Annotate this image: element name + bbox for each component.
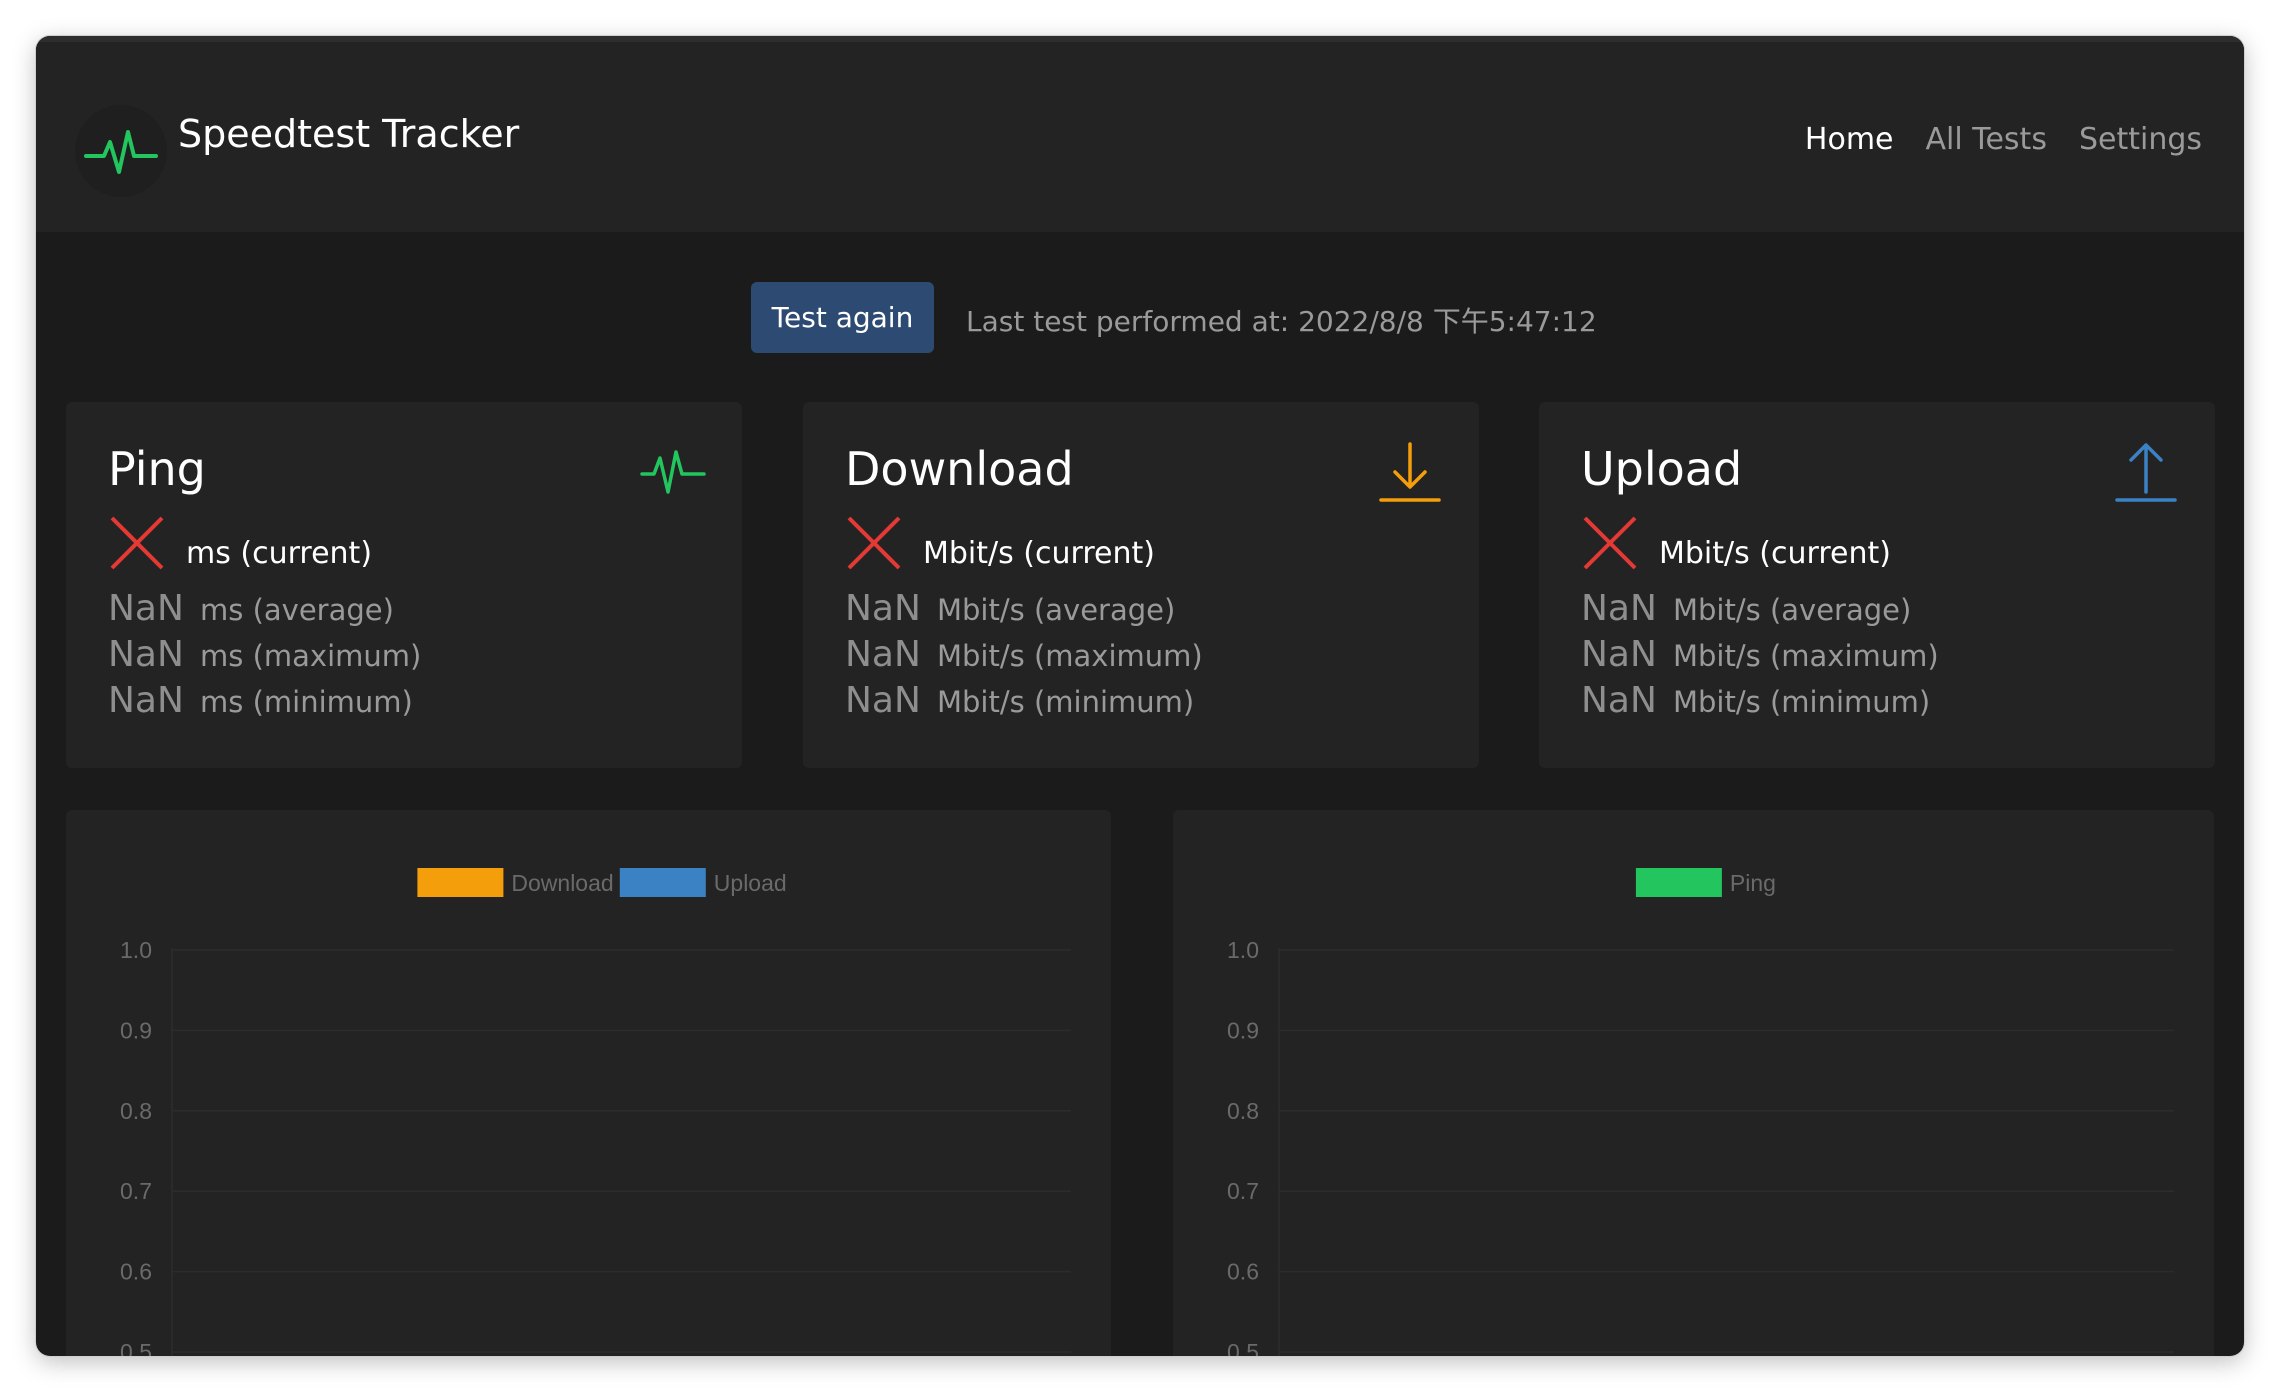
legend-swatch	[1635, 868, 1722, 897]
upload-arrow-icon	[2115, 443, 2177, 502]
stat-unit: ms (minimum)	[200, 685, 413, 719]
legend-label: Download	[511, 870, 613, 896]
stat-value: NaN	[108, 634, 184, 675]
card-title: Download	[845, 442, 1074, 496]
app-window: Speedtest Tracker Home All Tests Setting…	[36, 36, 2244, 1356]
pulse-icon	[640, 450, 706, 494]
stat-minimum: NaN Mbit/s (minimum)	[1581, 680, 1930, 721]
y-tick-label: 0.5	[1227, 1339, 1259, 1356]
ping-card: Ping ms (current) NaN ms (average) NaN ms …	[66, 402, 742, 768]
stat-minimum: NaN Mbit/s (minimum)	[845, 680, 1194, 721]
y-tick-label: 0.9	[120, 1017, 152, 1043]
y-tick-label: 0.8	[120, 1098, 152, 1124]
legend-swatch	[619, 868, 706, 897]
nav-menu: Home All Tests Settings	[1805, 122, 2202, 157]
download-arrow-icon	[1379, 442, 1441, 502]
current-unit: ms (current)	[186, 536, 373, 571]
navbar: Speedtest Tracker Home All Tests Setting…	[36, 42, 2244, 232]
legend-label: Upload	[714, 870, 787, 896]
stat-unit: Mbit/s (maximum)	[937, 639, 1203, 673]
stat-average: NaN Mbit/s (average)	[845, 588, 1175, 629]
stat-value: NaN	[1581, 634, 1657, 675]
card-title: Ping	[108, 442, 206, 496]
download-card: Download Mbit/s (current) NaN Mbit/s (ave…	[803, 402, 1479, 768]
stat-minimum: NaN ms (minimum)	[108, 680, 413, 721]
y-tick-label: 0.5	[120, 1339, 152, 1356]
upload-card: Upload Mbit/s (current) NaN Mbit/s (avera…	[1539, 402, 2215, 768]
pulse-icon	[75, 105, 167, 197]
stat-average: NaN Mbit/s (average)	[1581, 588, 1911, 629]
y-tick-label: 1.0	[1227, 937, 1259, 963]
y-tick-label: 0.7	[120, 1178, 152, 1204]
nav-settings[interactable]: Settings	[2079, 122, 2202, 157]
stat-value: NaN	[108, 588, 184, 629]
stat-unit: Mbit/s (average)	[1673, 593, 1912, 627]
stat-maximum: NaN ms (maximum)	[108, 634, 421, 675]
y-tick-label: 0.7	[1227, 1178, 1259, 1204]
app-title[interactable]: Speedtest Tracker	[178, 112, 519, 156]
speed-chart: 1.0 0.9 0.8 0.7 0.6 0.5 Download Upload	[120, 868, 1071, 1356]
stat-value: NaN	[845, 634, 921, 675]
stat-unit: ms (average)	[200, 593, 394, 627]
stat-unit: Mbit/s (maximum)	[1673, 639, 1939, 673]
stat-unit: Mbit/s (minimum)	[937, 685, 1195, 719]
y-tick-label: 0.9	[1227, 1017, 1259, 1043]
y-tick-label: 0.8	[1227, 1098, 1259, 1124]
ping-chart-panel: 1.0 0.9 0.8 0.7 0.6 0.5 Ping	[1173, 810, 2214, 1356]
stat-value: NaN	[108, 680, 184, 721]
y-tick-label: 1.0	[120, 937, 152, 963]
x-icon	[110, 516, 164, 570]
test-again-button[interactable]: Test again	[751, 282, 934, 353]
speed-chart-panel: 1.0 0.9 0.8 0.7 0.6 0.5 Download Upload	[66, 810, 1111, 1356]
x-icon	[1583, 516, 1637, 570]
y-tick-label: 0.6	[120, 1259, 152, 1285]
nav-all-tests[interactable]: All Tests	[1926, 122, 2047, 157]
stat-value: NaN	[845, 588, 921, 629]
current-unit: Mbit/s (current)	[923, 536, 1155, 571]
stat-value: NaN	[845, 680, 921, 721]
stat-unit: Mbit/s (average)	[937, 593, 1176, 627]
last-test-timestamp: Last test performed at: 2022/8/8 下午5:47:…	[966, 305, 1597, 338]
stat-unit: ms (maximum)	[200, 639, 422, 673]
stat-maximum: NaN Mbit/s (maximum)	[1581, 634, 1939, 675]
current-unit: Mbit/s (current)	[1659, 536, 1891, 571]
ping-chart: 1.0 0.9 0.8 0.7 0.6 0.5 Ping	[1227, 868, 2174, 1356]
stat-unit: Mbit/s (minimum)	[1673, 685, 1931, 719]
nav-home[interactable]: Home	[1805, 122, 1894, 157]
y-tick-label: 0.6	[1227, 1259, 1259, 1285]
legend-swatch	[417, 868, 504, 897]
stat-maximum: NaN Mbit/s (maximum)	[845, 634, 1203, 675]
legend-label: Ping	[1730, 870, 1776, 896]
stat-value: NaN	[1581, 680, 1657, 721]
card-title: Upload	[1581, 442, 1743, 496]
stat-average: NaN ms (average)	[108, 588, 394, 629]
stat-value: NaN	[1581, 588, 1657, 629]
x-icon	[847, 516, 901, 570]
